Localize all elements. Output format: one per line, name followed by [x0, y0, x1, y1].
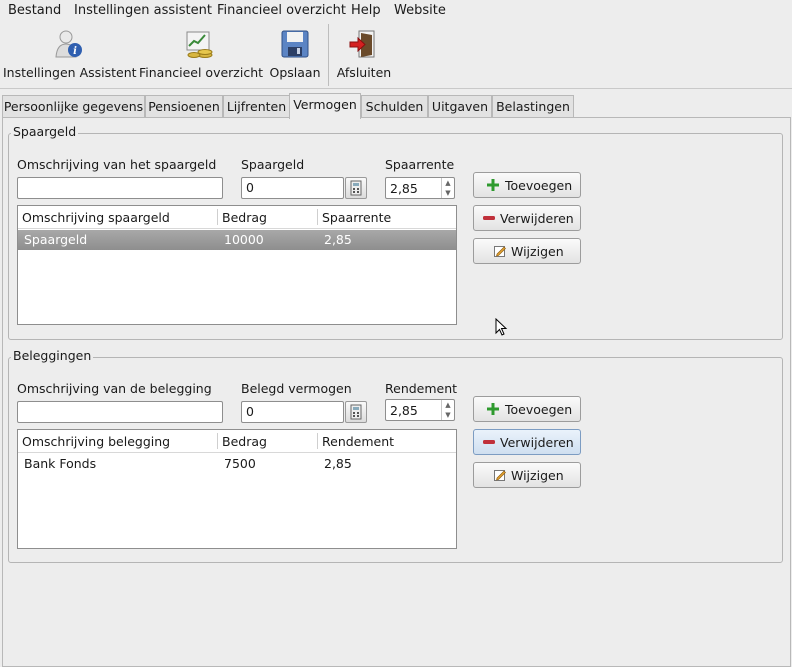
tab-lijfrenten[interactable]: Lijfrenten [223, 95, 290, 118]
button-label: Toevoegen [505, 402, 573, 417]
menu-bestand[interactable]: Bestand [8, 3, 61, 18]
beleggingen-list-header: Omschrijving belegging Bedrag Rendement [18, 430, 456, 453]
spin-up-icon[interactable]: ▲ [445, 179, 450, 187]
tab-pensioenen[interactable]: Pensioenen [145, 95, 223, 118]
row-desc: Spaargeld [24, 232, 88, 247]
column-divider[interactable] [317, 433, 318, 449]
edit-pencil-icon [494, 470, 506, 481]
row-amount: 7500 [224, 456, 256, 471]
spaargeld-amount-label: Spaargeld [241, 157, 305, 172]
column-header[interactable]: Rendement [322, 434, 394, 449]
spin-up-icon[interactable]: ▲ [445, 401, 450, 409]
beleggingen-desc-label: Omschrijving van de belegging [17, 381, 212, 396]
button-label: Wijzigen [511, 244, 564, 259]
table-row[interactable]: Bank Fonds 7500 2,85 [18, 454, 456, 474]
save-button[interactable]: Opslaan [266, 22, 324, 84]
button-label: Wijzigen [511, 468, 564, 483]
column-header[interactable]: Omschrijving belegging [22, 434, 170, 449]
beleggingen-desc-input[interactable] [17, 401, 223, 423]
floppy-disk-icon [281, 30, 309, 58]
row-rate: 2,85 [324, 232, 352, 247]
spaargeld-list-header: Omschrijving spaargeld Bedrag Spaarrente [18, 206, 456, 229]
button-label: Toevoegen [505, 178, 573, 193]
finance-chart-icon [186, 31, 213, 58]
toolbar: i Instellingen Assistent Financieel over… [0, 22, 792, 89]
tab-persoonlijke-gegevens[interactable]: Persoonlijke gegevens [2, 95, 145, 118]
exit-door-icon [349, 30, 375, 58]
calculator-icon [350, 180, 362, 196]
tab-uitgaven[interactable]: Uitgaven [428, 95, 492, 118]
row-amount: 10000 [224, 232, 264, 247]
beleggingen-frame-title: Beleggingen [11, 348, 94, 363]
tab-schulden[interactable]: Schulden [361, 95, 428, 118]
beleggingen-amount-input[interactable]: 0 [241, 401, 344, 423]
toolbar-separator [328, 24, 329, 86]
column-header[interactable]: Bedrag [222, 210, 267, 225]
spin-down-icon[interactable]: ▼ [445, 411, 450, 419]
beleggingen-list[interactable]: Omschrijving belegging Bedrag Rendement … [17, 429, 457, 549]
mouse-cursor-icon [495, 318, 508, 336]
table-row[interactable]: Spaargeld 10000 2,85 [18, 230, 456, 250]
menu-financieel-overzicht[interactable]: Financieel overzicht [217, 3, 346, 18]
edit-pencil-icon [494, 246, 506, 257]
user-info-icon: i [55, 30, 82, 58]
plus-icon [487, 403, 499, 415]
spinner-arrows[interactable]: ▲ ▼ [441, 178, 454, 198]
menu-help[interactable]: Help [351, 3, 381, 18]
svg-text:i: i [73, 46, 77, 57]
button-label: Verwijderen [500, 211, 574, 226]
spaargeld-amount-input[interactable]: 0 [241, 177, 344, 199]
spaargeld-list[interactable]: Omschrijving spaargeld Bedrag Spaarrente… [17, 205, 457, 325]
column-header[interactable]: Bedrag [222, 434, 267, 449]
beleggingen-remove-button[interactable]: Verwijderen [473, 429, 581, 455]
settings-assistant-button[interactable]: i Instellingen Assistent [3, 22, 137, 84]
column-divider[interactable] [217, 433, 218, 449]
spaargeld-remove-button[interactable]: Verwijderen [473, 205, 581, 231]
beleggingen-amount-label: Belegd vermogen [241, 381, 352, 396]
spaargeld-desc-label: Omschrijving van het spaargeld [17, 157, 217, 172]
spaargeld-frame-title: Spaargeld [11, 124, 79, 139]
minus-icon [483, 216, 495, 220]
column-divider[interactable] [317, 209, 318, 225]
spaargeld-rate-spinner[interactable]: 2,85 ▲ ▼ [385, 177, 455, 199]
beleggingen-calculator-button[interactable] [345, 401, 367, 423]
spaargeld-desc-input[interactable] [17, 177, 223, 199]
spaargeld-rate-value: 2,85 [390, 181, 418, 196]
spin-down-icon[interactable]: ▼ [445, 189, 450, 197]
tab-belastingen[interactable]: Belastingen [492, 95, 574, 118]
button-label: Verwijderen [500, 435, 574, 450]
toolbar-label: Instellingen Assistent [3, 65, 137, 80]
menu-website[interactable]: Website [394, 3, 446, 18]
plus-icon [487, 179, 499, 191]
spaargeld-rate-label: Spaarrente [385, 157, 455, 172]
tab-vermogen[interactable]: Vermogen [289, 93, 361, 119]
beleggingen-edit-button[interactable]: Wijzigen [473, 462, 581, 488]
column-header[interactable]: Spaarrente [322, 210, 391, 225]
column-header[interactable]: Omschrijving spaargeld [22, 210, 170, 225]
row-desc: Bank Fonds [24, 456, 97, 471]
spaargeld-add-button[interactable]: Toevoegen [473, 172, 581, 198]
toolbar-label: Financieel overzicht [139, 65, 264, 80]
financial-overview-button[interactable]: Financieel overzicht [139, 22, 264, 84]
spinner-arrows[interactable]: ▲ ▼ [441, 400, 454, 420]
spaargeld-edit-button[interactable]: Wijzigen [473, 238, 581, 264]
beleggingen-rate-value: 2,85 [390, 403, 418, 418]
beleggingen-add-button[interactable]: Toevoegen [473, 396, 581, 422]
toolbar-label: Opslaan [269, 65, 321, 80]
menu-bar: Bestand Instellingen assistent Financiee… [0, 0, 792, 22]
minus-icon [483, 440, 495, 444]
menu-instellingen-assistent[interactable]: Instellingen assistent [74, 3, 212, 18]
calculator-icon [350, 404, 362, 420]
exit-button[interactable]: Afsluiten [334, 22, 394, 84]
toolbar-label: Afsluiten [336, 65, 392, 80]
beleggingen-rate-spinner[interactable]: 2,85 ▲ ▼ [385, 399, 455, 421]
spaargeld-calculator-button[interactable] [345, 177, 367, 199]
beleggingen-rate-label: Rendement [385, 381, 458, 396]
column-divider[interactable] [217, 209, 218, 225]
row-rate: 2,85 [324, 456, 352, 471]
